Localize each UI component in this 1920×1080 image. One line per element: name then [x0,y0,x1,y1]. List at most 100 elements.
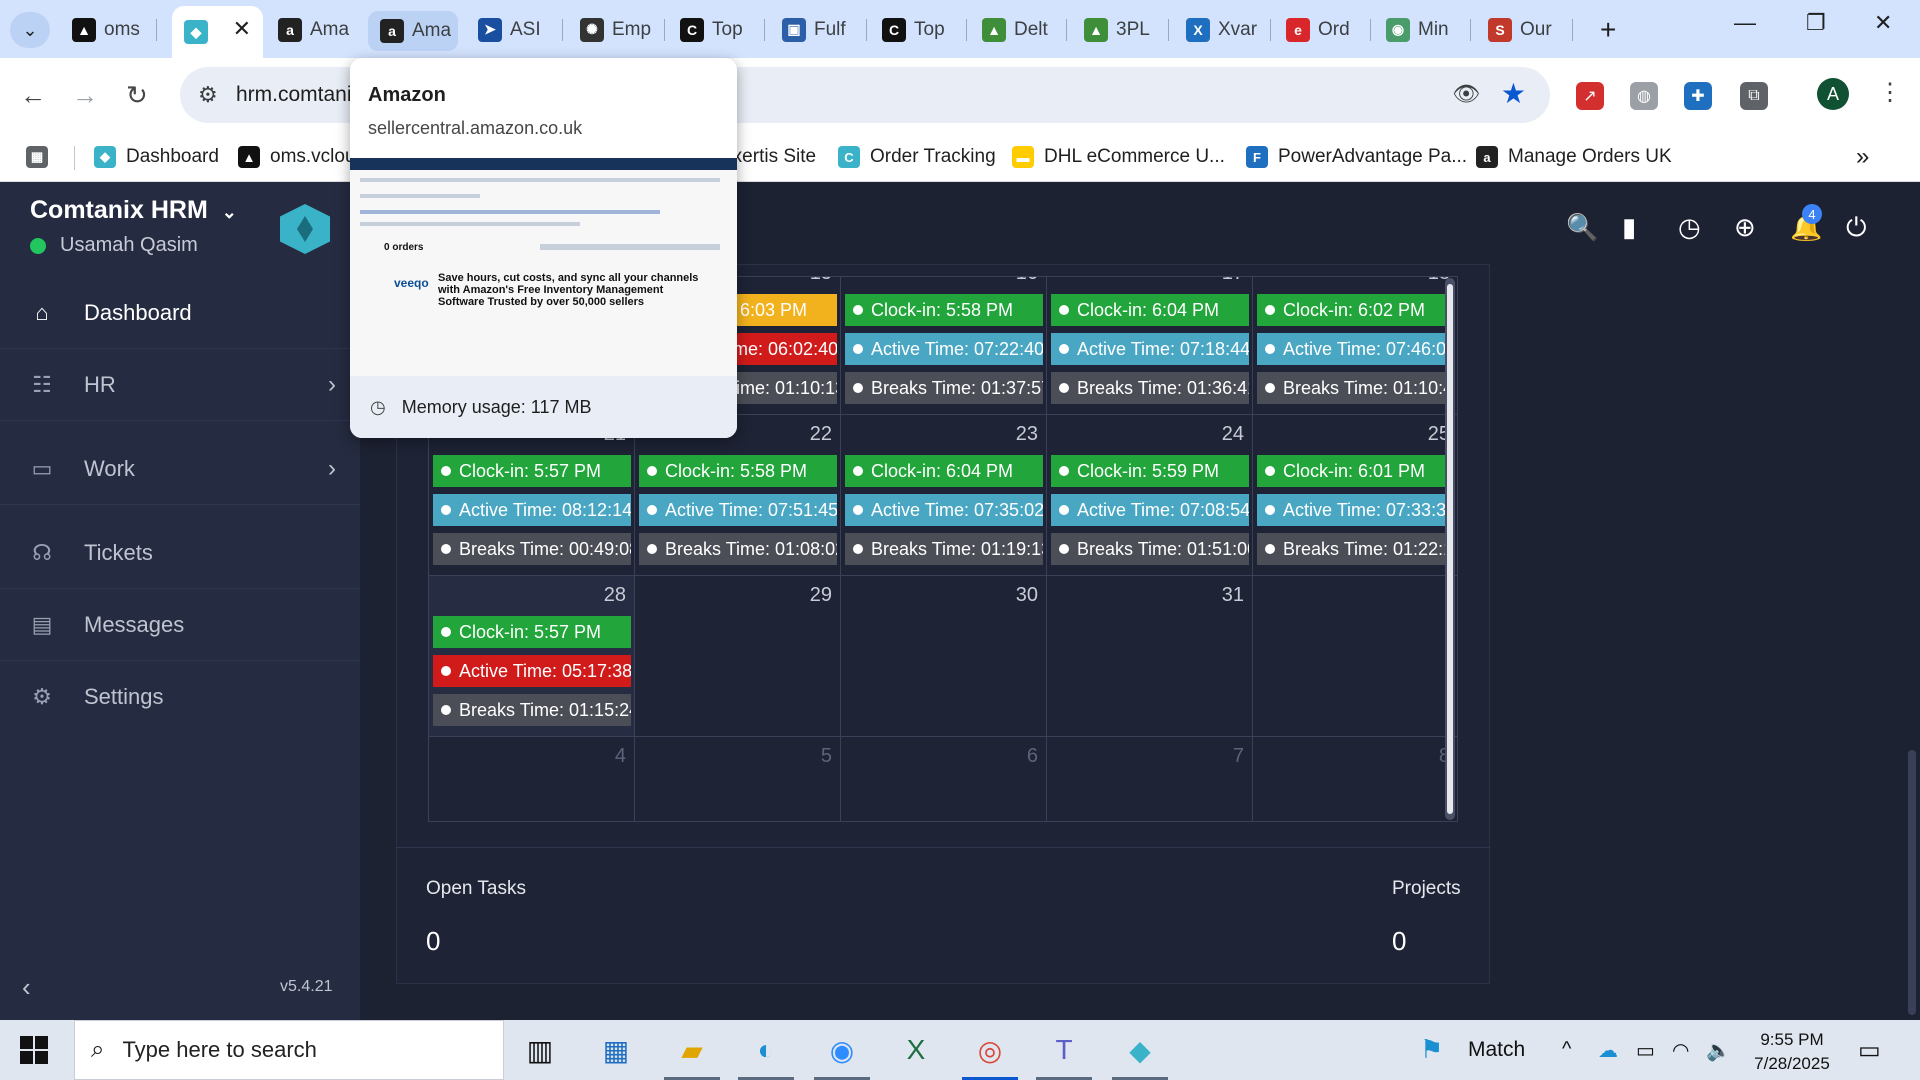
back-button[interactable]: ← [20,80,46,111]
file-explorer-icon[interactable]: ▰ [664,1028,720,1080]
minimize-button[interactable]: — [1734,10,1756,36]
bookmark-item[interactable]: ▦ [26,140,58,174]
profile-avatar[interactable]: A [1817,78,1849,110]
calendar-day[interactable]: 22 Clock-in: 5:58 PM Active Time: 07:51:45… [635,415,841,576]
calendar-event[interactable]: Breaks Time: 01:51:00 [1051,533,1249,565]
calendar-day[interactable]: 31 [1047,576,1253,737]
browser-tab[interactable]: ◆ ✕ [172,6,263,58]
close-icon[interactable]: ✕ [233,16,251,42]
browser-tab[interactable]: ◉ Min [1374,9,1471,50]
onedrive-icon[interactable]: ☁ [1598,1038,1618,1063]
sidebar-item-settings[interactable]: ⚙ Settings [0,662,360,732]
workspace-switcher[interactable]: Comtanix HRM ⌄ [30,196,237,225]
teams-icon[interactable]: T [1036,1028,1092,1080]
browser-tab[interactable]: S Our [1476,9,1573,50]
calendar-event[interactable]: Breaks Time: 01:19:13 [845,533,1043,565]
search-icon[interactable]: 🔍 [1566,212,1598,243]
reload-button[interactable]: ↻ [126,80,148,111]
browser-tab[interactable]: C Top [870,9,967,50]
edge-icon[interactable]: ◐ [738,1028,794,1080]
comtanix-app-icon[interactable]: ◆ [1112,1028,1168,1080]
calendar-day[interactable]: 29 [635,576,841,737]
calendar-day[interactable]: 17 Clock-in: 6:04 PM Active Time: 07:18:44… [1047,277,1253,415]
notes-icon[interactable]: ▮ [1622,212,1636,243]
windows-start-icon[interactable] [20,1036,48,1064]
new-tab-button[interactable]: + [1600,14,1616,46]
globe-extension-icon[interactable]: ◍ [1630,82,1658,110]
taskbar-search[interactable]: ⌕ Type here to search [74,1020,504,1080]
browser-tab[interactable]: ▲ oms [60,9,157,50]
battery-icon[interactable]: ▭ [1636,1038,1655,1063]
sidebar-item-dashboard[interactable]: ⌂ Dashboard [0,278,360,348]
url-text[interactable]: hrm.comtani [236,83,352,107]
volume-icon[interactable]: 🔈 [1706,1038,1731,1063]
calculator-icon[interactable]: ▦ [588,1028,644,1072]
calendar-event[interactable]: Breaks Time: 01:10:40 [1257,372,1455,404]
bookmark-item[interactable]: C Order Tracking [838,140,996,174]
calendar-day[interactable]: 23 Clock-in: 6:04 PM Active Time: 07:35:02… [841,415,1047,576]
browser-tab[interactable]: ✺ Emp [568,9,665,50]
browser-tab[interactable]: ▲ Delt [970,9,1067,50]
calendar-event[interactable]: Active Time: 08:12:14 [433,494,631,526]
calendar-event[interactable]: Active Time: 05:17:38 [433,655,631,687]
calendar-event[interactable]: Clock-in: 5:57 PM [433,616,631,648]
open-tasks-value[interactable]: 0 [426,926,440,957]
tray-overflow-icon[interactable]: ^ [1562,1038,1571,1061]
shield-extension-icon[interactable]: ✚ [1684,82,1712,110]
power-icon[interactable]: ⏻ [1846,212,1867,244]
tab-search-button[interactable]: ⌄ [10,12,50,48]
sidebar-item-hr[interactable]: ☷ HR › [0,350,360,420]
forward-button[interactable]: → [72,80,98,111]
close-window-button[interactable]: ✕ [1874,10,1892,36]
browser-menu-icon[interactable]: ⋮ [1878,78,1902,107]
calendar-day[interactable]: 25 Clock-in: 6:01 PM Active Time: 07:33:31… [1253,415,1457,576]
calendar-scrollbar[interactable] [1445,278,1455,820]
pdf-extension-icon[interactable]: ↗ [1576,82,1604,110]
browser-tab[interactable]: C Top [668,9,765,50]
calendar-day[interactable]: 30 [841,576,1047,737]
tracking-protection-icon[interactable]: 👁 [1452,81,1480,107]
calendar-day[interactable]: 8 [1253,737,1457,821]
calendar-event[interactable]: Breaks Time: 01:37:57 [845,372,1043,404]
puzzle-extension-icon[interactable]: ⧉ [1740,82,1768,110]
calendar-event[interactable]: Clock-in: 5:58 PM [639,455,837,487]
bookmark-star-icon[interactable]: ★ [1501,77,1526,110]
weather-widget-text[interactable]: Match [1468,1038,1525,1062]
excel-icon[interactable]: X [888,1028,944,1072]
calendar-event[interactable]: Active Time: 07:22:40 [845,333,1043,365]
projects-value[interactable]: 0 [1392,926,1406,957]
calendar-day[interactable]: 7 [1047,737,1253,821]
calendar-day[interactable]: 16 Clock-in: 5:58 PM Active Time: 07:22:40… [841,277,1047,415]
sidebar-item-work[interactable]: ▭ Work › [0,434,360,504]
bookmark-item[interactable]: a Manage Orders UK [1476,140,1672,174]
page-scrollbar-thumb[interactable] [1908,750,1916,1015]
task-view-icon[interactable]: ▥ [512,1028,568,1072]
calendar-event[interactable]: Clock-in: 5:57 PM [433,455,631,487]
calendar-event[interactable]: Active Time: 07:46:00 [1257,333,1455,365]
browser-tab[interactable]: ▲ 3PL [1072,9,1169,50]
zoom-icon[interactable]: ◉ [814,1028,870,1080]
calendar-event[interactable]: Active Time: 07:35:02 [845,494,1043,526]
calendar-day[interactable] [1253,576,1457,737]
calendar-event[interactable]: Breaks Time: 01:15:24 [433,694,631,726]
browser-tab[interactable]: ➤ ASI [466,9,563,50]
browser-tab[interactable]: X Xvar [1174,9,1271,50]
bookmark-item[interactable]: ◆ Dashboard [94,140,219,174]
calendar-event[interactable]: Clock-in: 6:02 PM [1257,294,1455,326]
calendar-day[interactable]: 21Clock-in: 5:57 PMActive Time: 08:12:14… [429,415,635,576]
browser-tab[interactable]: a Ama [266,9,363,50]
taskbar-clock[interactable]: 9:55 PM 7/28/2025 [1752,1028,1832,1076]
browser-tab[interactable]: a Ama [368,11,458,51]
calendar-day[interactable]: 18Clock-in: 6:02 PMActive Time: 07:46:00… [1253,277,1457,415]
site-settings-icon[interactable]: ⚙ [198,82,218,108]
weather-icon[interactable]: ⚑ [1420,1034,1443,1065]
wifi-icon[interactable]: ◠ [1672,1038,1689,1063]
notification-center-icon[interactable]: ▭ [1858,1036,1881,1065]
sidebar-item-tickets[interactable]: ☊ Tickets [0,518,360,588]
calendar-event[interactable]: Breaks Time: 01:22:11 [1257,533,1455,565]
sidebar-item-messages[interactable]: ▤ Messages [0,590,360,660]
bookmark-item[interactable]: ▲ oms.vclou [238,140,356,174]
calendar-event[interactable]: Clock-in: 6:04 PM [845,455,1043,487]
calendar-event[interactable]: Breaks Time: 01:36:41 [1051,372,1249,404]
browser-tab[interactable]: ▣ Fulf [770,9,867,50]
